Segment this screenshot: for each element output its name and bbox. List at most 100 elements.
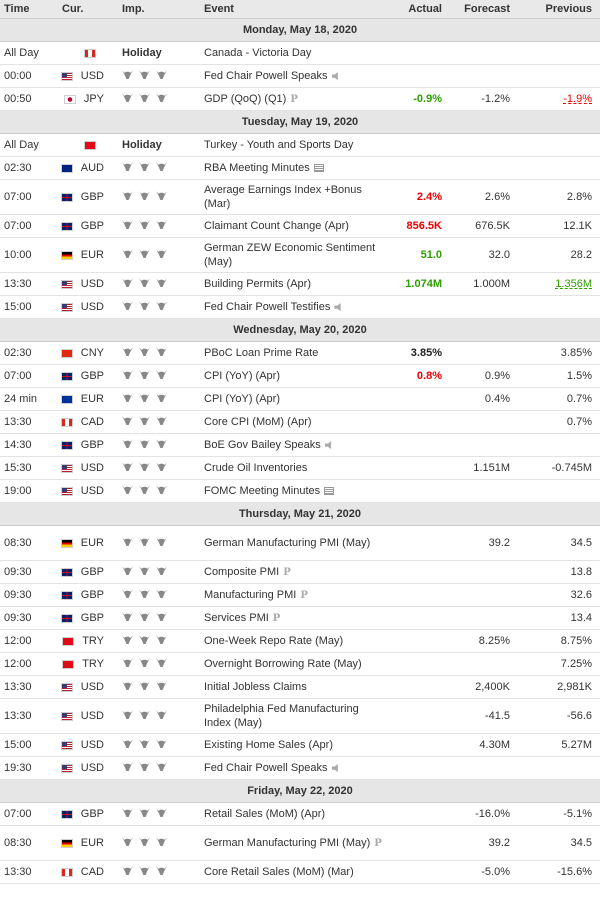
event-name-cell[interactable]: One-Week Repo Rate (May) bbox=[200, 629, 388, 653]
event-name[interactable]: Initial Jobless Claims bbox=[204, 681, 307, 693]
event-name[interactable]: German ZEW Economic Sentiment (May) bbox=[204, 242, 375, 268]
event-name-cell[interactable]: GDP (QoQ) (Q1) P bbox=[200, 87, 388, 111]
event-name-cell[interactable]: Canada - Victoria Day bbox=[200, 41, 388, 65]
event-name[interactable]: Core Retail Sales (MoM) (Mar) bbox=[204, 866, 354, 878]
event-row[interactable]: 00:50 JPY GDP (QoQ) (Q1) P -0.9% -1.2% -1.9% bbox=[0, 87, 600, 111]
event-row[interactable]: 15:00 USD Existing Home Sales (Apr) 4.30M 5.… bbox=[0, 733, 600, 757]
event-row[interactable]: 15:30 USD Crude Oil Inventories 1.151M -0.74… bbox=[0, 456, 600, 480]
event-name[interactable]: Philadelphia Fed Manufacturing Index (Ma… bbox=[204, 703, 359, 729]
event-name[interactable]: Manufacturing PMI bbox=[204, 589, 296, 601]
event-row[interactable]: 13:30 CAD Core CPI (MoM) (Apr) 0.7% bbox=[0, 410, 600, 434]
event-row[interactable]: 13:30 USD Building Permits (Apr) 1.074M 1.00… bbox=[0, 272, 600, 296]
event-name-cell[interactable]: BoE Gov Bailey Speaks bbox=[200, 433, 388, 457]
event-row[interactable]: 09:30 GBP Manufacturing PMI P 32.6 bbox=[0, 583, 600, 607]
event-name-cell[interactable]: German Manufacturing PMI (May) P bbox=[200, 825, 388, 861]
event-name-cell[interactable]: Fed Chair Powell Speaks bbox=[200, 756, 388, 780]
event-name-cell[interactable]: Overnight Borrowing Rate (May) bbox=[200, 652, 388, 676]
event-name-cell[interactable]: Retail Sales (MoM) (Apr) bbox=[200, 802, 388, 826]
event-name-cell[interactable]: RBA Meeting Minutes bbox=[200, 156, 388, 180]
event-name[interactable]: Turkey - Youth and Sports Day bbox=[204, 139, 353, 151]
event-name-cell[interactable]: Turkey - Youth and Sports Day bbox=[200, 133, 388, 157]
event-name[interactable]: Composite PMI bbox=[204, 566, 279, 578]
event-row[interactable]: 24 min EUR CPI (YoY) (Apr) 0.4% 0.7% bbox=[0, 387, 600, 411]
col-time[interactable]: Time bbox=[0, 0, 58, 19]
event-name-cell[interactable]: Average Earnings Index +Bonus (Mar) bbox=[200, 179, 388, 215]
event-name-cell[interactable]: Core CPI (MoM) (Apr) bbox=[200, 410, 388, 434]
event-row[interactable]: 12:00 TRY One-Week Repo Rate (May) 8.25% 8.7… bbox=[0, 629, 600, 653]
event-row[interactable]: 02:30 AUD RBA Meeting Minutes bbox=[0, 156, 600, 180]
event-row[interactable]: 07:00 GBP Average Earnings Index +Bonus (M… bbox=[0, 179, 600, 215]
col-previous[interactable]: Previous bbox=[518, 0, 600, 19]
event-row[interactable]: 00:00 USD Fed Chair Powell Speaks bbox=[0, 64, 600, 88]
event-name[interactable]: RBA Meeting Minutes bbox=[204, 162, 310, 174]
event-name[interactable]: Crude Oil Inventories bbox=[204, 462, 307, 474]
event-name-cell[interactable]: Claimant Count Change (Apr) bbox=[200, 214, 388, 238]
event-row[interactable]: 09:30 GBP Services PMI P 13.4 bbox=[0, 606, 600, 630]
event-row[interactable]: 19:30 USD Fed Chair Powell Speaks bbox=[0, 756, 600, 780]
event-name[interactable]: Fed Chair Powell Speaks bbox=[204, 70, 328, 82]
col-currency[interactable]: Cur. bbox=[58, 0, 118, 19]
event-name[interactable]: Claimant Count Change (Apr) bbox=[204, 220, 349, 232]
event-name-cell[interactable]: Existing Home Sales (Apr) bbox=[200, 733, 388, 757]
event-name-cell[interactable]: CPI (YoY) (Apr) bbox=[200, 387, 388, 411]
event-row[interactable]: 13:30 USD Initial Jobless Claims 2,400K 2,98… bbox=[0, 675, 600, 699]
event-name[interactable]: CPI (YoY) (Apr) bbox=[204, 393, 280, 405]
event-row[interactable]: All Day Holiday Canada - Victoria Day bbox=[0, 41, 600, 65]
event-name-cell[interactable]: Fed Chair Powell Speaks bbox=[200, 64, 388, 88]
event-name[interactable]: CPI (YoY) (Apr) bbox=[204, 370, 280, 382]
event-name[interactable]: Fed Chair Powell Speaks bbox=[204, 762, 328, 774]
event-row[interactable]: 15:00 USD Fed Chair Powell Testifies bbox=[0, 295, 600, 319]
event-previous: 28.2 bbox=[518, 237, 600, 273]
event-name-cell[interactable]: PBoC Loan Prime Rate bbox=[200, 341, 388, 365]
event-row[interactable]: All Day Holiday Turkey - Youth and Sports … bbox=[0, 133, 600, 157]
col-actual[interactable]: Actual bbox=[388, 0, 450, 19]
event-row[interactable]: 08:30 EUR German Manufacturing PMI (May) P 3… bbox=[0, 825, 600, 861]
event-name[interactable]: Building Permits (Apr) bbox=[204, 278, 311, 290]
event-row[interactable]: 13:30 USD Philadelphia Fed Manufacturing I… bbox=[0, 698, 600, 734]
event-name-cell[interactable]: CPI (YoY) (Apr) bbox=[200, 364, 388, 388]
event-name-cell[interactable]: Core Retail Sales (MoM) (Mar) bbox=[200, 860, 388, 884]
event-name-cell[interactable]: Initial Jobless Claims bbox=[200, 675, 388, 699]
event-row[interactable]: 13:30 CAD Core Retail Sales (MoM) (Mar) -5.… bbox=[0, 860, 600, 884]
event-row[interactable]: 10:00 EUR German ZEW Economic Sentiment (M… bbox=[0, 237, 600, 273]
event-name[interactable]: One-Week Repo Rate (May) bbox=[204, 635, 343, 647]
event-name-cell[interactable]: Services PMI P bbox=[200, 606, 388, 630]
event-name[interactable]: FOMC Meeting Minutes bbox=[204, 485, 320, 497]
event-name-cell[interactable]: Philadelphia Fed Manufacturing Index (Ma… bbox=[200, 698, 388, 734]
col-forecast[interactable]: Forecast bbox=[450, 0, 518, 19]
event-name-cell[interactable]: German Manufacturing PMI (May) bbox=[200, 525, 388, 561]
event-name-cell[interactable]: FOMC Meeting Minutes bbox=[200, 479, 388, 503]
event-name[interactable]: German Manufacturing PMI (May) bbox=[204, 837, 370, 849]
event-name[interactable]: Overnight Borrowing Rate (May) bbox=[204, 658, 362, 670]
event-name[interactable]: Core CPI (MoM) (Apr) bbox=[204, 416, 312, 428]
event-name-cell[interactable]: German ZEW Economic Sentiment (May) bbox=[200, 237, 388, 273]
col-importance[interactable]: Imp. bbox=[118, 0, 200, 19]
event-name[interactable]: BoE Gov Bailey Speaks bbox=[204, 439, 321, 451]
event-name[interactable]: Services PMI bbox=[204, 612, 269, 624]
event-name-cell[interactable]: Building Permits (Apr) bbox=[200, 272, 388, 296]
event-name-cell[interactable]: Fed Chair Powell Testifies bbox=[200, 295, 388, 319]
event-row[interactable]: 07:00 GBP Retail Sales (MoM) (Apr) -16.0% -5… bbox=[0, 802, 600, 826]
event-name[interactable]: Average Earnings Index +Bonus (Mar) bbox=[204, 184, 362, 210]
event-name-cell[interactable]: Composite PMI P bbox=[200, 560, 388, 584]
event-actual: 1.074M bbox=[388, 272, 450, 296]
event-row[interactable]: 08:30 EUR German Manufacturing PMI (May) 39… bbox=[0, 525, 600, 561]
event-name[interactable]: Canada - Victoria Day bbox=[204, 47, 311, 59]
event-name-cell[interactable]: Crude Oil Inventories bbox=[200, 456, 388, 480]
event-name[interactable]: Existing Home Sales (Apr) bbox=[204, 739, 333, 751]
event-name[interactable]: German Manufacturing PMI (May) bbox=[204, 537, 370, 549]
event-name[interactable]: GDP (QoQ) (Q1) bbox=[204, 93, 286, 105]
event-row[interactable]: 09:30 GBP Composite PMI P 13.8 bbox=[0, 560, 600, 584]
event-row[interactable]: 12:00 TRY Overnight Borrowing Rate (May) 7.… bbox=[0, 652, 600, 676]
event-name[interactable]: Retail Sales (MoM) (Apr) bbox=[204, 808, 325, 820]
event-row[interactable]: 07:00 GBP CPI (YoY) (Apr) 0.8% 0.9% 1.5% bbox=[0, 364, 600, 388]
event-row[interactable]: 14:30 GBP BoE Gov Bailey Speaks bbox=[0, 433, 600, 457]
event-name-cell[interactable]: Manufacturing PMI P bbox=[200, 583, 388, 607]
event-name[interactable]: Fed Chair Powell Testifies bbox=[204, 301, 330, 313]
col-event[interactable]: Event bbox=[200, 0, 388, 19]
event-row[interactable]: 02:30 CNY PBoC Loan Prime Rate 3.85% 3.85% bbox=[0, 341, 600, 365]
previous-value: 34.5 bbox=[570, 537, 592, 549]
event-name[interactable]: PBoC Loan Prime Rate bbox=[204, 347, 318, 359]
event-row[interactable]: 19:00 USD FOMC Meeting Minutes bbox=[0, 479, 600, 503]
event-row[interactable]: 07:00 GBP Claimant Count Change (Apr) 856.5… bbox=[0, 214, 600, 238]
